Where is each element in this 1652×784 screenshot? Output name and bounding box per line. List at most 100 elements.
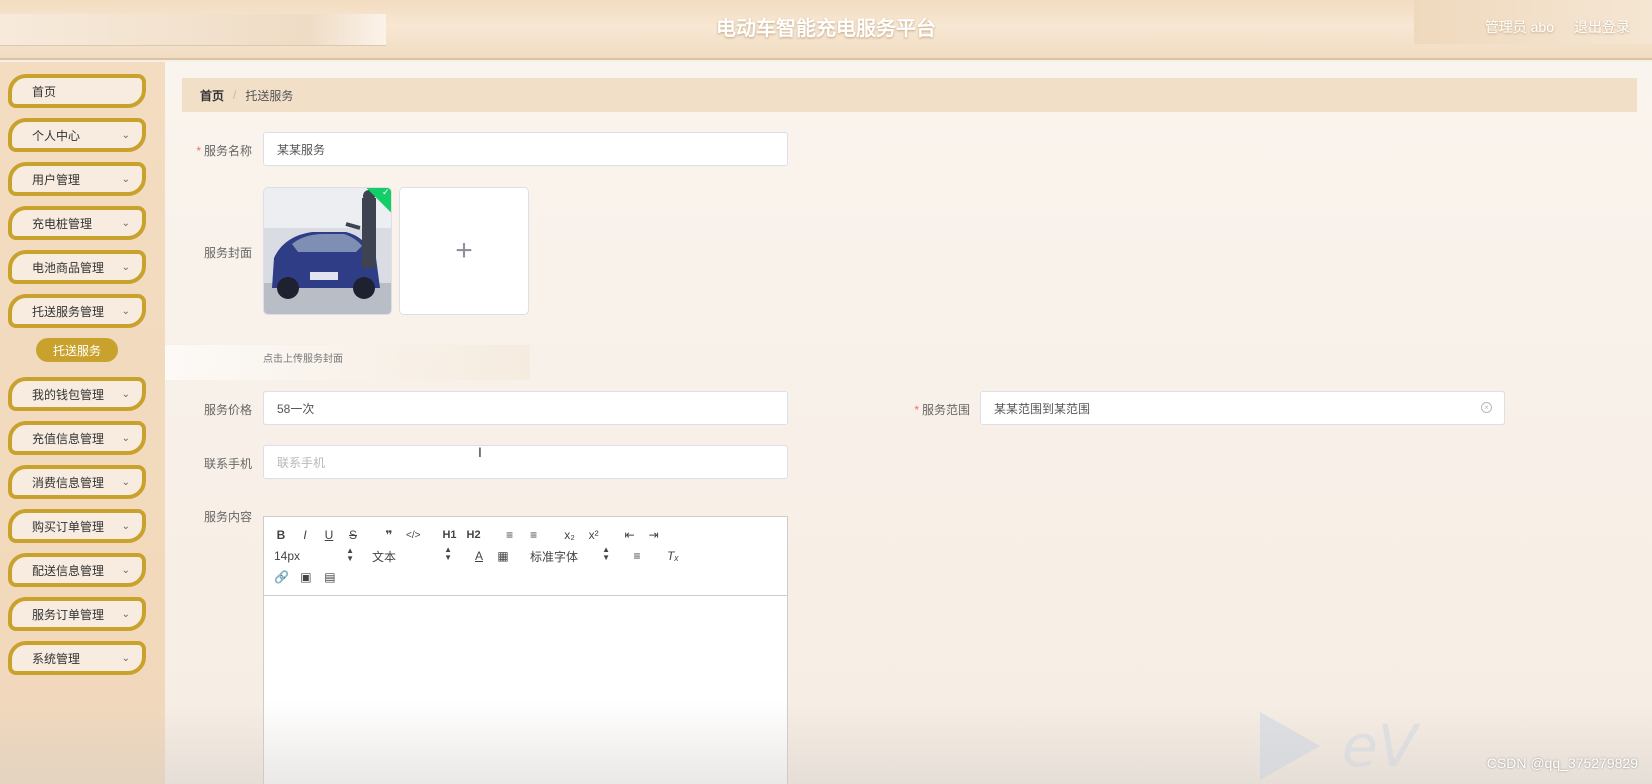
service-price-label: 服务价格 — [203, 403, 252, 417]
select-arrows-icon: ▲ ▼ — [444, 544, 452, 562]
app-title: 电动车智能充电服务平台 — [716, 18, 936, 40]
heading2-icon[interactable]: H2 — [467, 529, 481, 541]
sidebar-item-label: 充电桩管理 — [32, 216, 93, 231]
service-name-input[interactable]: 某某服务 — [263, 132, 788, 166]
blockquote-icon[interactable]: ❞ — [382, 528, 396, 542]
bullet-list-icon[interactable]: ≡ — [527, 528, 541, 542]
chevron-down-icon: ⌄ — [121, 262, 130, 273]
check-icon: ✓ — [382, 187, 390, 197]
sidebar-item-label: 首页 — [32, 84, 57, 99]
sidebar-item-label: 个人中心 — [32, 128, 81, 143]
sidebar-item-battery-goods[interactable]: 电池商品管理 ⌄ — [8, 250, 146, 284]
select-arrows-icon: ▲ ▼ — [346, 546, 354, 563]
text-cursor-icon: I — [478, 444, 482, 460]
sidebar-item-label: 用户管理 — [32, 172, 81, 187]
logout-link[interactable]: 退出登录 — [1574, 17, 1630, 37]
breadcrumb: 首页 / 托送服务 — [182, 78, 1637, 112]
upload-add-button[interactable]: + — [399, 187, 529, 315]
header-select[interactable]: 文本 ▲ ▼ — [372, 544, 452, 565]
service-name-label: * 服务名称 — [196, 144, 252, 158]
breadcrumb-separator: / — [233, 88, 237, 102]
font-size-select[interactable]: 14px ▲ ▼ — [274, 546, 354, 564]
editor-toolbar: B I U S ❞ </> H1 H2 ≡ ≡ x₂ x² ⇤ ⇥ 14px ▲… — [264, 517, 787, 596]
sidebar-item-charging-pile[interactable]: 充电桩管理 ⌄ — [8, 206, 146, 240]
underline-icon[interactable]: U — [322, 528, 336, 542]
subscript-icon[interactable]: x₂ — [563, 528, 577, 542]
image-icon[interactable]: ▣ — [299, 570, 313, 584]
link-icon[interactable]: 🔗 — [274, 570, 289, 584]
chevron-down-icon: ⌄ — [121, 609, 130, 620]
service-range-value: 某某范围到某范围 — [994, 401, 1091, 416]
sidebar-item-label: 服务订单管理 — [32, 607, 105, 622]
sidebar-item-purchase-orders[interactable]: 购买订单管理 ⌄ — [8, 509, 146, 543]
sidebar-item-label: 购买订单管理 — [32, 519, 105, 534]
contact-phone-input[interactable]: 联系手机 — [263, 445, 788, 479]
chevron-down-icon: ⌄ — [121, 306, 130, 317]
sidebar-item-label: 我的钱包管理 — [32, 387, 105, 402]
sidebar-item-label: 配送信息管理 — [32, 563, 105, 578]
cover-image-thumbnail[interactable]: ✓ — [263, 187, 392, 315]
outdent-icon[interactable]: ⇤ — [623, 528, 637, 542]
required-mark: * — [196, 144, 201, 158]
sidebar-item-delivery-service[interactable]: 托送服务管理 ⌄ — [8, 294, 146, 328]
service-cover-label: 服务封面 — [203, 246, 252, 260]
chevron-down-icon: ⌄ — [121, 433, 130, 444]
background-color-icon[interactable]: ▦ — [496, 549, 510, 563]
sidebar-item-user-management[interactable]: 用户管理 ⌄ — [8, 162, 146, 196]
sidebar-item-label: 充值信息管理 — [32, 431, 105, 446]
sidebar-item-label: 托送服务管理 — [32, 304, 105, 319]
indent-icon[interactable]: ⇥ — [647, 528, 661, 542]
code-block-icon[interactable]: </> — [406, 530, 420, 541]
clear-format-icon[interactable]: Tₓ — [666, 549, 680, 563]
sidebar-item-recharge[interactable]: 充值信息管理 ⌄ — [8, 421, 146, 455]
chevron-down-icon: ⌄ — [121, 653, 130, 664]
current-user: 管理员 abo — [1484, 19, 1554, 35]
chevron-down-icon: ⌄ — [121, 521, 130, 532]
strikethrough-icon[interactable]: S — [346, 528, 360, 542]
select-arrows-icon: ▲ ▼ — [602, 544, 610, 562]
text-color-icon[interactable]: A — [472, 549, 486, 563]
chevron-down-icon: ⌄ — [121, 477, 130, 488]
sidebar-item-label: 系统管理 — [32, 651, 81, 666]
upload-tip: 点击上传服务封面 — [263, 354, 343, 365]
service-content-label: 服务内容 — [203, 510, 252, 524]
background-decoration — [165, 345, 530, 380]
video-icon[interactable]: ▤ — [323, 570, 337, 584]
sidebar: 首页 个人中心 ⌄ 用户管理 ⌄ 充电桩管理 ⌄ 电池商品管理 ⌄ 托送服务管理… — [0, 62, 165, 784]
sidebar-item-consumption[interactable]: 消费信息管理 ⌄ — [8, 465, 146, 499]
video-watermark: eV — [1260, 712, 1560, 782]
clear-icon[interactable]: × — [1481, 402, 1492, 413]
csdn-watermark: CSDN @qq_375279829 — [1486, 755, 1638, 771]
sidebar-item-personal-center[interactable]: 个人中心 ⌄ — [8, 118, 146, 152]
sidebar-item-system[interactable]: 系统管理 ⌄ — [8, 641, 146, 675]
rich-text-editor[interactable]: B I U S ❞ </> H1 H2 ≡ ≡ x₂ x² ⇤ ⇥ 14px ▲… — [263, 516, 788, 784]
contact-phone-label: 联系手机 — [203, 457, 252, 471]
sidebar-item-label: 消费信息管理 — [32, 475, 105, 490]
editor-content-area[interactable] — [264, 596, 787, 784]
italic-icon[interactable]: I — [298, 528, 312, 542]
align-icon[interactable]: ≡ — [630, 549, 644, 563]
chevron-down-icon: ⌄ — [121, 174, 130, 185]
car-wash-image — [264, 188, 391, 314]
superscript-icon[interactable]: x² — [587, 528, 601, 542]
heading1-icon[interactable]: H1 — [442, 529, 456, 541]
sidebar-item-delivery-info[interactable]: 配送信息管理 ⌄ — [8, 553, 146, 587]
play-icon — [1260, 712, 1320, 780]
plus-icon: + — [455, 234, 473, 267]
breadcrumb-current: 托送服务 — [245, 88, 294, 103]
ordered-list-icon[interactable]: ≡ — [503, 528, 517, 542]
breadcrumb-home[interactable]: 首页 — [200, 87, 224, 104]
font-family-select[interactable]: 标准字体 ▲ ▼ — [530, 544, 610, 565]
chevron-down-icon: ⌄ — [121, 130, 130, 141]
chevron-down-icon: ⌄ — [121, 389, 130, 400]
sidebar-item-home[interactable]: 首页 — [8, 74, 146, 108]
required-mark: * — [914, 403, 919, 417]
sidebar-item-wallet[interactable]: 我的钱包管理 ⌄ — [8, 377, 146, 411]
sidebar-subitem-delivery-service[interactable]: 托送服务 — [36, 338, 118, 362]
sidebar-item-service-orders[interactable]: 服务订单管理 ⌄ — [8, 597, 146, 631]
ev-logo: eV — [1342, 712, 1418, 780]
service-price-input[interactable]: 58一次 — [263, 391, 788, 425]
chevron-down-icon: ⌄ — [121, 565, 130, 576]
service-range-input[interactable]: 某某范围到某范围 × — [980, 391, 1505, 425]
bold-icon[interactable]: B — [274, 528, 288, 542]
